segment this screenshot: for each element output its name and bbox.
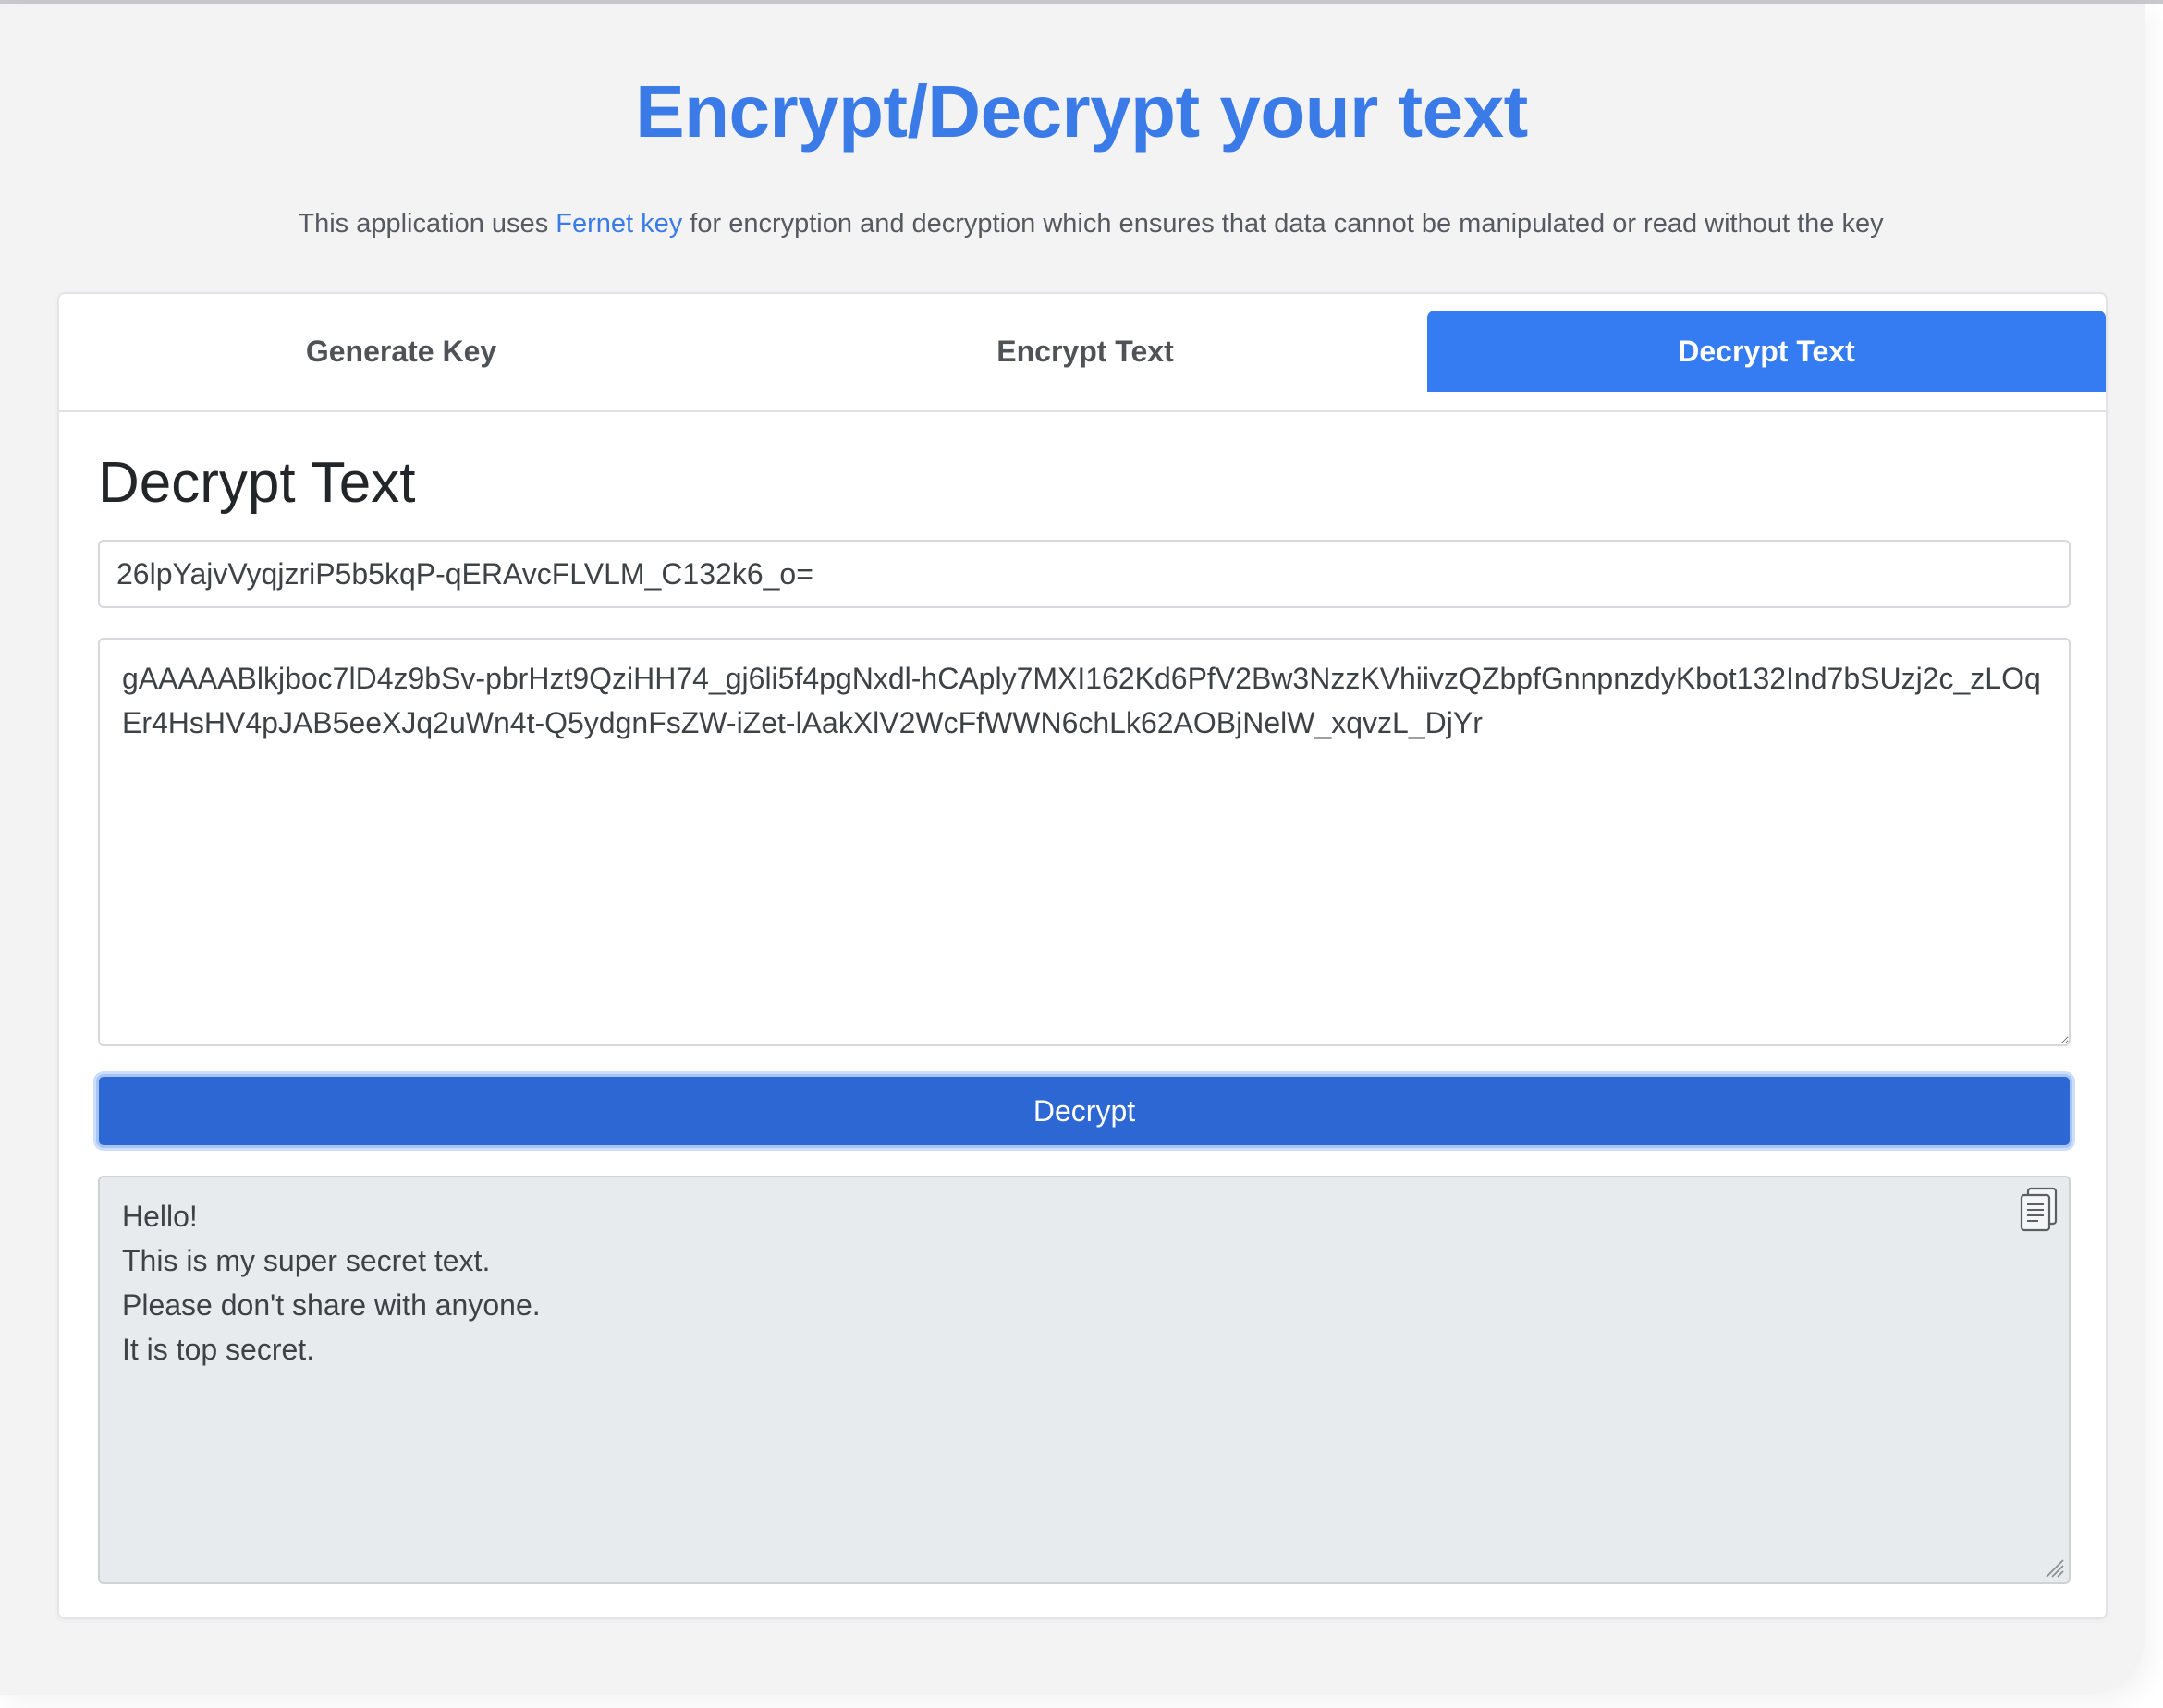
decrypted-output[interactable]: Hello! This is my super secret text. Ple… — [98, 1176, 2071, 1584]
tab-bar: Generate Key Encrypt Text Decrypt Text — [59, 294, 2106, 412]
page-title: Encrypt/Decrypt your text — [635, 70, 1528, 152]
ciphertext-textarea[interactable]: gAAAAABlkjboc7lD4z9bSv-pbrHzt9QziHH74_gj… — [98, 638, 2071, 1046]
intro-text-before: This application uses — [298, 209, 556, 238]
key-input[interactable] — [98, 540, 2071, 608]
decrypt-button[interactable]: Decrypt — [96, 1074, 2072, 1148]
output-line: This is my super secret text. — [122, 1244, 491, 1277]
tab-generate-key[interactable]: Generate Key — [59, 311, 743, 392]
fernet-key-link[interactable]: Fernet key — [556, 209, 682, 238]
tab-decrypt-text[interactable]: Decrypt Text — [1427, 311, 2106, 392]
main-card: Generate Key Encrypt Text Decrypt Text D… — [57, 292, 2108, 1619]
intro-text-after: for encryption and decryption which ensu… — [682, 209, 1884, 238]
output-line: It is top secret. — [122, 1333, 315, 1366]
tab-encrypt-text[interactable]: Encrypt Text — [743, 311, 1427, 392]
page: Encrypt/Decrypt your text This applicati… — [0, 0, 2163, 1708]
output-line: Hello! — [122, 1200, 198, 1233]
section-title: Decrypt Text — [98, 451, 416, 515]
copy-icon[interactable] — [2019, 1187, 2059, 1233]
output-line: Please don't share with anyone. — [122, 1288, 541, 1322]
intro-text: This application uses Fernet key for enc… — [0, 205, 2163, 242]
resize-grip-icon[interactable] — [2045, 1558, 2065, 1579]
